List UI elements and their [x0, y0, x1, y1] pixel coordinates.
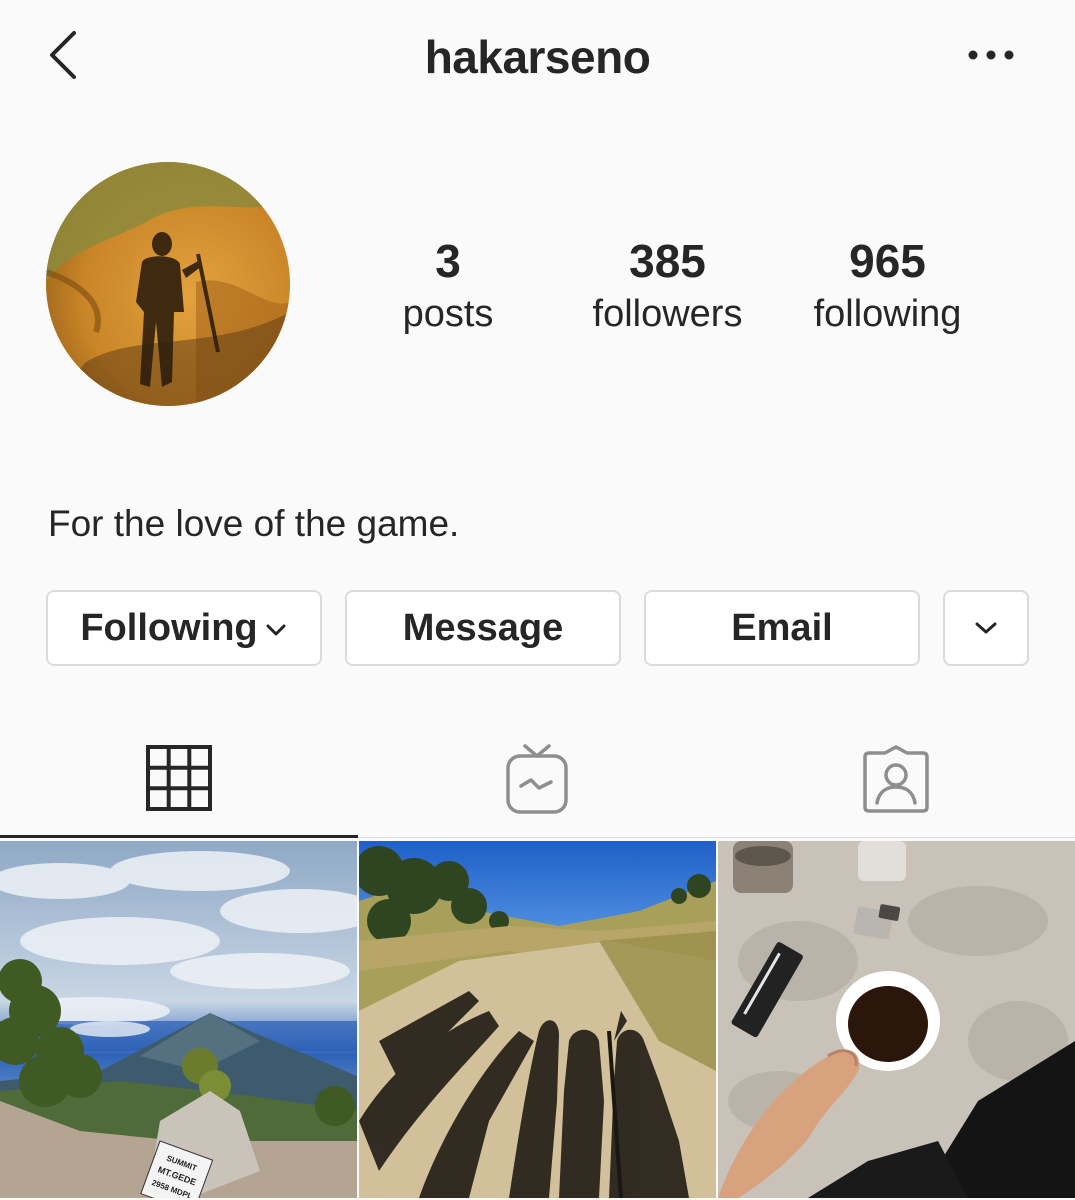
post-thumbnail-1[interactable]: SUMMIT MT.GEDE 2958 MDPL [0, 841, 357, 1198]
email-button-label: Email [731, 606, 833, 649]
profile-avatar[interactable] [46, 162, 290, 406]
posts-grid: SUMMIT MT.GEDE 2958 MDPL [0, 841, 1075, 1200]
chevron-down-icon [266, 624, 286, 636]
profile-username: hakarseno [424, 31, 651, 83]
following-button[interactable]: Following [46, 590, 322, 666]
followers-count: 385 [629, 235, 706, 287]
following-label: following [813, 293, 962, 335]
profile-tabs [0, 720, 1075, 838]
more-horizontal-icon [968, 50, 1014, 60]
tab-posts-grid[interactable] [0, 720, 358, 838]
post-thumbnail-2[interactable] [359, 841, 716, 1198]
followers-count-stat[interactable]: 385 followers [570, 232, 765, 338]
more-options-button[interactable] [960, 40, 1020, 70]
top-bar: hakarseno [0, 0, 1075, 115]
message-button[interactable]: Message [345, 590, 621, 666]
posts-count-stat[interactable]: 3 posts [388, 232, 508, 338]
grid-icon [146, 744, 212, 811]
following-button-label: Following [80, 606, 258, 649]
email-button[interactable]: Email [644, 590, 920, 666]
posts-count: 3 [435, 235, 461, 287]
following-count: 965 [849, 235, 926, 287]
suggested-accounts-button[interactable] [943, 590, 1029, 666]
following-count-stat[interactable]: 965 following [790, 232, 985, 338]
message-button-label: Message [402, 606, 564, 649]
chevron-down-icon [975, 622, 997, 634]
posts-label: posts [402, 293, 494, 335]
followers-label: followers [592, 293, 743, 335]
tab-tagged[interactable] [717, 720, 1075, 838]
profile-bio: For the love of the game. [48, 503, 460, 544]
igtv-icon [506, 744, 568, 814]
tagged-icon [863, 745, 929, 813]
post-thumbnail-3[interactable] [718, 841, 1075, 1198]
tab-igtv[interactable] [358, 720, 716, 838]
